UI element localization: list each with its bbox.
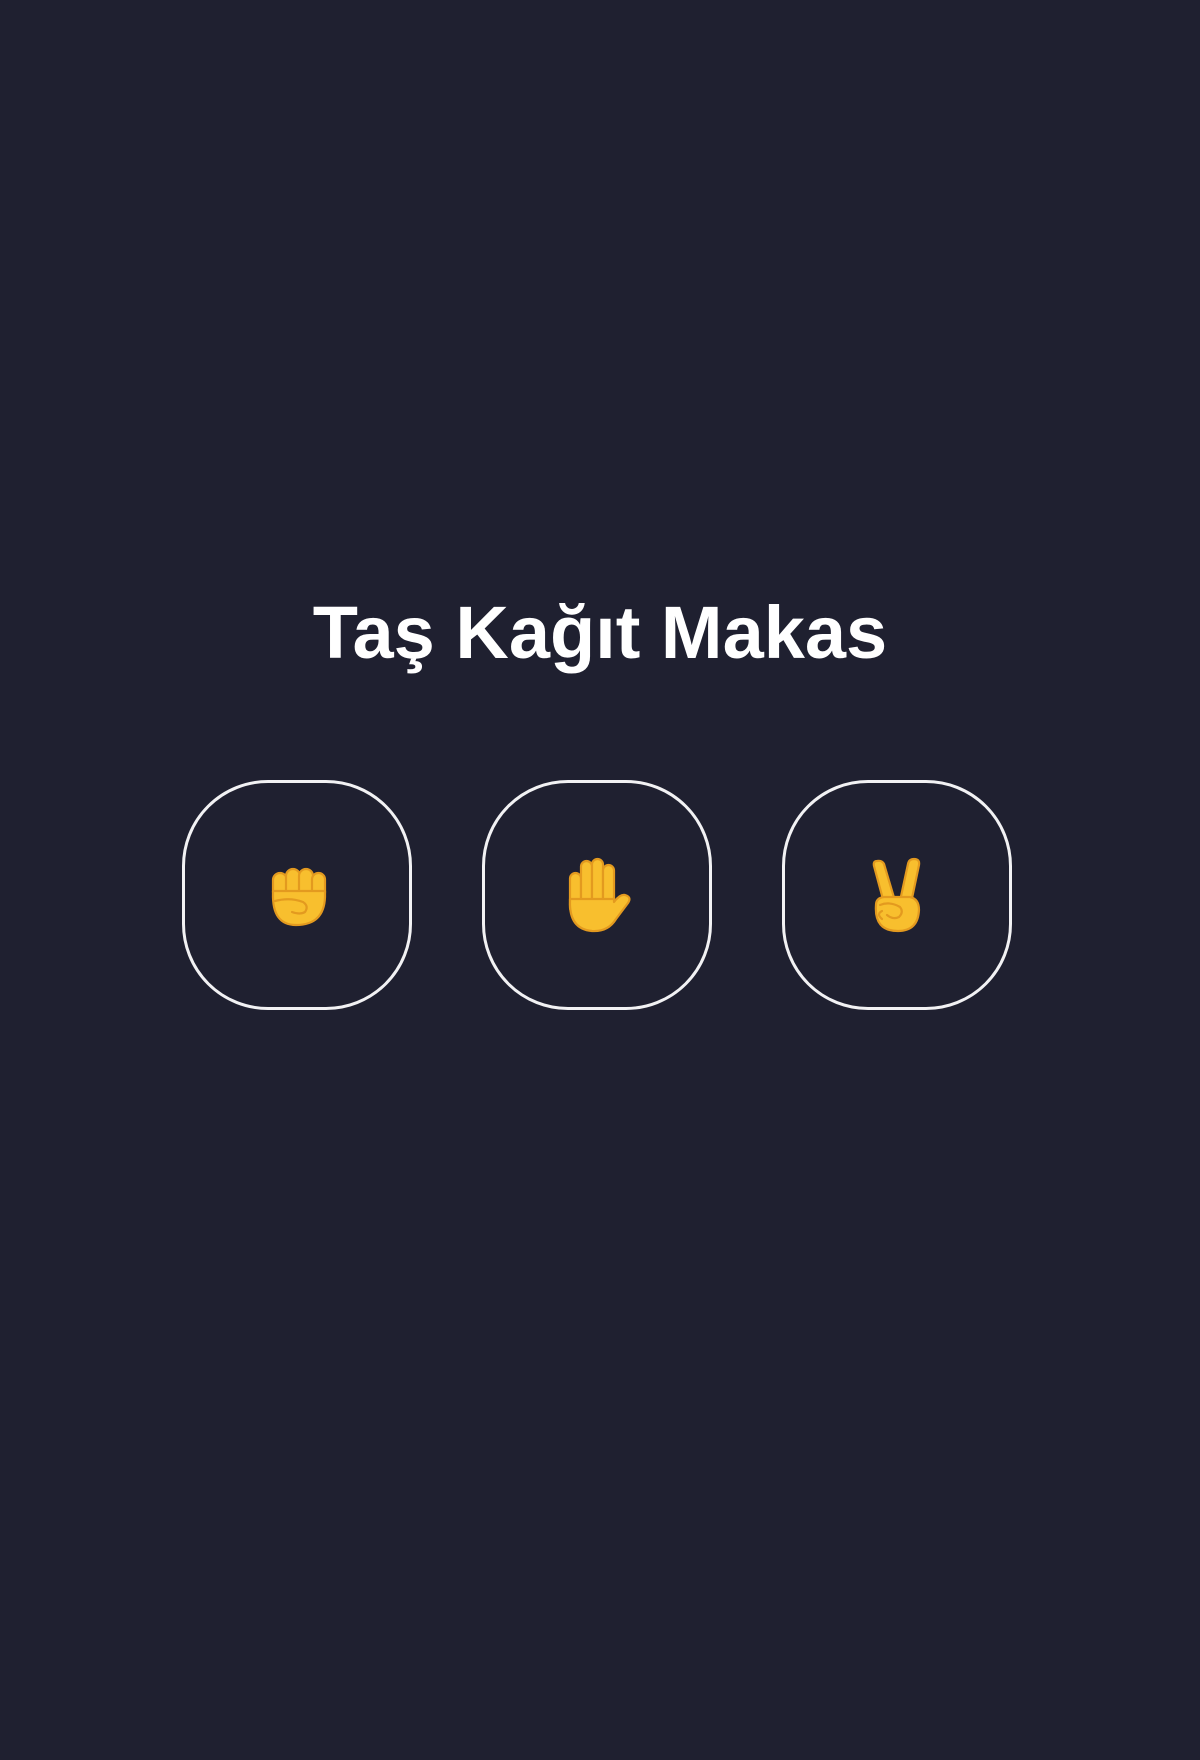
- game-screen: Taş Kağıt Makas: [0, 0, 1200, 1760]
- rock-button[interactable]: [182, 780, 412, 1010]
- choice-buttons: [0, 780, 1200, 1020]
- paper-button[interactable]: [482, 780, 712, 1010]
- game-title: Taş Kağıt Makas: [312, 591, 888, 674]
- victory-hand-icon: [872, 857, 921, 933]
- scissors-button[interactable]: [782, 780, 1012, 1010]
- raised-hand-icon: [568, 857, 631, 933]
- raised-fist-icon: [271, 867, 327, 927]
